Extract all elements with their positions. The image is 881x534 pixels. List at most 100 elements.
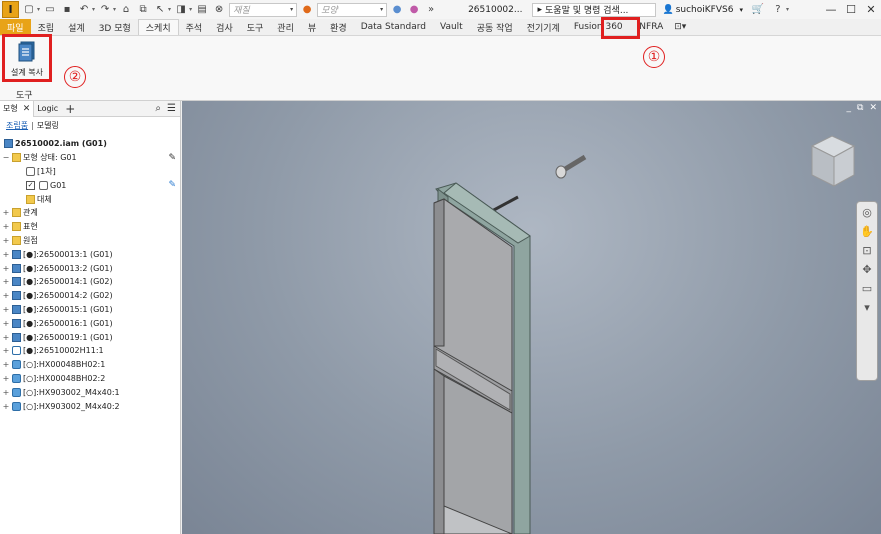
expand-icon[interactable]: +	[2, 319, 10, 328]
tree-component[interactable]: + [●]:26500014:1 (G02)	[0, 275, 180, 289]
tab-3d-model[interactable]: 3D 모형	[92, 19, 138, 35]
tab-annotate[interactable]: 주석	[179, 19, 210, 35]
material-combo[interactable]: 재질 ▾	[229, 2, 298, 17]
measure-icon[interactable]: ◨	[174, 3, 188, 17]
edit-pencil-icon[interactable]: ✎	[168, 153, 176, 163]
zoom-icon[interactable]: ⊡	[862, 244, 871, 257]
adjust-icon[interactable]: ●	[390, 3, 404, 17]
tree-component[interactable]: + [●]:26500013:1 (G01)	[0, 247, 180, 261]
expand-icon[interactable]: +	[2, 360, 10, 369]
tab-file[interactable]: 파일	[0, 19, 31, 35]
edit-pencil-icon[interactable]: ✎	[168, 180, 176, 190]
undo-icon[interactable]: ↶	[77, 3, 91, 17]
steering-wheel-icon[interactable]: ◎	[862, 206, 872, 219]
checkbox-icon[interactable]: ✓	[26, 180, 35, 190]
cart-icon[interactable]: 🛒	[751, 3, 765, 17]
undo-caret-icon[interactable]: ▾	[92, 6, 95, 13]
tree-component[interactable]: + [●]:26500019:1 (G01)	[0, 330, 180, 344]
view-face-icon[interactable]: ▾	[864, 301, 870, 314]
tab-design[interactable]: 설계	[61, 19, 92, 35]
pan-hand-icon[interactable]: ✋	[860, 225, 874, 238]
browser-menu-icon[interactable]: ☰	[167, 103, 176, 114]
tree-component[interactable]: + [●]:26500013:2 (G01)	[0, 261, 180, 275]
expand-icon[interactable]: +	[2, 374, 10, 383]
measure-caret-icon[interactable]: ▾	[189, 6, 192, 13]
tab-assemble[interactable]: 조립	[31, 19, 62, 35]
collapse-icon[interactable]: −	[2, 153, 10, 162]
tab-environments[interactable]: 환경	[323, 19, 354, 35]
new-file-icon[interactable]: ▢	[22, 3, 36, 17]
tree-component[interactable]: + [●]:26500015:1 (G01)	[0, 303, 180, 317]
tree-item[interactable]: 대체	[0, 192, 180, 206]
tab-tools[interactable]: 도구	[240, 19, 271, 35]
app-logo-icon[interactable]: I	[2, 1, 19, 18]
expand-icon[interactable]: +	[2, 388, 10, 397]
clear-override-icon[interactable]: ●	[407, 3, 421, 17]
design-copy-button[interactable]: 설계 복사	[4, 37, 50, 85]
tree-component[interactable]: + [○]:HX00048BH02:2	[0, 372, 180, 386]
tab-vault[interactable]: Vault	[433, 19, 470, 35]
tab-data-standard[interactable]: Data Standard	[354, 19, 433, 35]
expand-icon[interactable]: +	[2, 333, 10, 342]
dropdown-caret-icon[interactable]: ▾	[37, 6, 40, 13]
tab-fusion-360[interactable]: Fusion 360	[567, 19, 630, 35]
tab-inspect[interactable]: 검사	[209, 19, 240, 35]
expand-icon[interactable]: +	[2, 264, 10, 273]
update-icon[interactable]: ⧉	[136, 3, 150, 17]
expand-icon[interactable]: +	[2, 291, 10, 300]
home-icon[interactable]: ⌂	[119, 3, 133, 17]
tree-item[interactable]: + 관계	[0, 206, 180, 220]
select-caret-icon[interactable]: ▾	[168, 6, 171, 13]
expand-icon[interactable]: +	[2, 305, 10, 314]
browser-search-icon[interactable]: ⌕	[155, 103, 161, 114]
assembly-view-link[interactable]: 조립품	[6, 120, 28, 131]
appearance-ball-icon[interactable]: ●	[300, 3, 314, 17]
tree-root[interactable]: 26510002.iam (G01)	[0, 137, 180, 151]
appearance-combo[interactable]: 모양 ▾	[317, 2, 388, 17]
tab-electromechanical[interactable]: 전기기계	[520, 19, 567, 35]
expand-icon[interactable]: +	[2, 250, 10, 259]
tree-component[interactable]: + [○]:HX903002_M4x40:1	[0, 385, 180, 399]
tree-component[interactable]: + [●]:26510002H11:1	[0, 344, 180, 358]
tab-infra[interactable]: INFRA	[630, 19, 671, 35]
tree-component[interactable]: + [○]:HX00048BH02:1	[0, 358, 180, 372]
add-tab-icon[interactable]: +	[65, 102, 75, 116]
graphics-viewport[interactable]: _ ⧉ ✕ ◎ ✋ ⊡ ✥ ▭ ▾	[182, 101, 881, 534]
redo-caret-icon[interactable]: ▾	[113, 6, 116, 13]
ipart-icon[interactable]: ▤	[195, 3, 209, 17]
tree-item[interactable]: ✓ G01 ✎	[0, 178, 180, 192]
tab-collaborate[interactable]: 공동 작업	[470, 19, 520, 35]
expand-icon[interactable]: +	[2, 208, 10, 217]
tab-manage[interactable]: 관리	[270, 19, 301, 35]
tree-component[interactable]: + [●]:26500014:2 (G02)	[0, 289, 180, 303]
more-icon[interactable]: »	[424, 3, 438, 17]
expand-icon[interactable]: +	[2, 277, 10, 286]
material-ball-icon[interactable]: ⊗	[212, 3, 226, 17]
open-folder-icon[interactable]: ▭	[43, 3, 57, 17]
tree-component[interactable]: + [○]:HX903002_M4x40:2	[0, 399, 180, 413]
view-cube-icon[interactable]	[810, 135, 856, 187]
orbit-icon[interactable]: ✥	[862, 263, 871, 276]
tree-component[interactable]: + [●]:26500016:1 (G01)	[0, 316, 180, 330]
expand-icon[interactable]: +	[2, 346, 10, 355]
tab-view[interactable]: 뷰	[301, 19, 323, 35]
tree-item[interactable]: + 원점	[0, 234, 180, 248]
tree-model-state[interactable]: − 모형 상태: G01 ✎	[0, 151, 180, 165]
tree-item[interactable]: + 표현	[0, 220, 180, 234]
tree-item[interactable]: [1차]	[0, 165, 180, 179]
help-caret-icon[interactable]: ▾	[786, 6, 789, 13]
ribbon-options-icon[interactable]: ⊡▾	[670, 19, 690, 35]
expand-icon[interactable]: +	[2, 222, 10, 231]
tab-logic[interactable]: Logic	[34, 101, 61, 117]
minimize-icon[interactable]: —	[821, 3, 841, 16]
tab-sketch[interactable]: 스케치	[137, 19, 179, 35]
expand-icon[interactable]: +	[2, 402, 10, 411]
tab-model[interactable]: 모형 ✕	[0, 100, 35, 117]
help-search-input[interactable]: ▸ 도움말 및 명령 검색...	[532, 2, 657, 17]
expand-icon[interactable]: +	[2, 236, 10, 245]
close-icon[interactable]: ✕	[861, 3, 881, 16]
close-tab-icon[interactable]: ✕	[23, 104, 31, 114]
select-icon[interactable]: ↖	[153, 3, 167, 17]
redo-icon[interactable]: ↷	[98, 3, 112, 17]
maximize-icon[interactable]: ☐	[841, 3, 861, 16]
